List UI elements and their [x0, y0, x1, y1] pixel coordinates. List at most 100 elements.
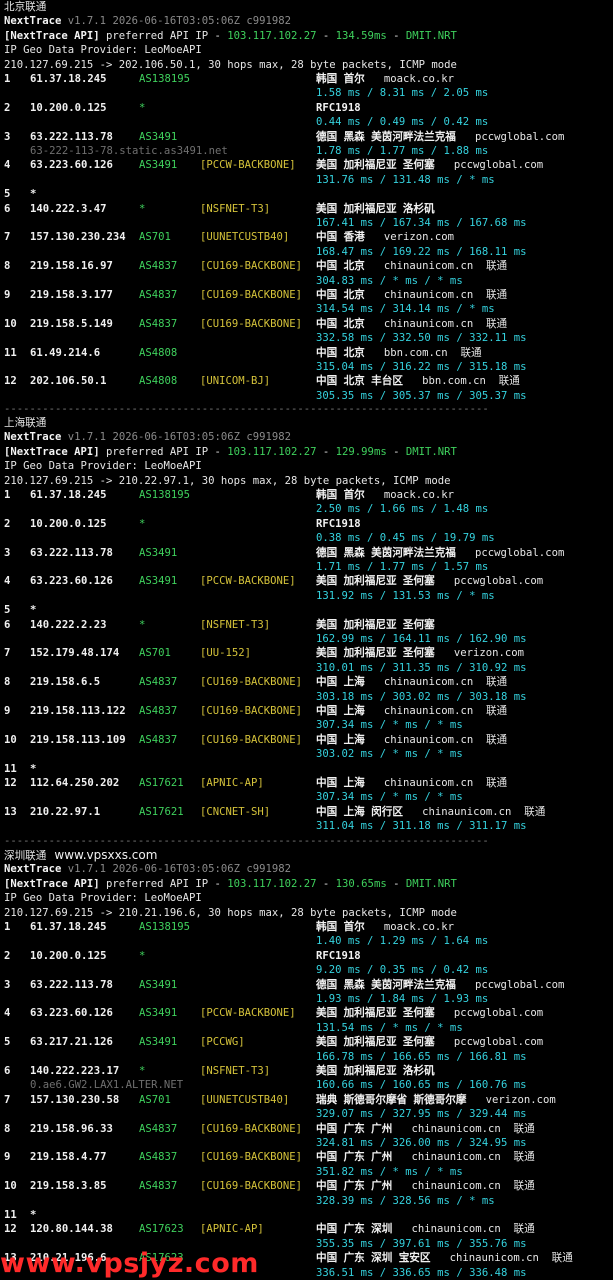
hop-detail-row: 311.04 ms / 311.18 ms / 311.17 ms	[0, 819, 613, 833]
hop-latency: 160.66 ms / 160.65 ms / 160.76 ms	[316, 1079, 527, 1092]
hop-number: 5	[4, 1036, 11, 1049]
hop-ip: 152.179.48.174	[30, 647, 120, 660]
hop-ip: 219.158.5.149	[30, 317, 113, 330]
hop-detail-row: 1.93 ms / 1.84 ms / 1.93 ms	[0, 992, 613, 1006]
hop-latency: 303.02 ms / * ms / * ms	[316, 748, 463, 761]
route-line: 210.127.69.215 -> 210.21.196.6, 30 hops …	[4, 906, 457, 919]
hop-ip: 63.223.60.126	[30, 575, 113, 588]
hop-netname: [PCCWG]	[200, 1036, 245, 1049]
hop-detail-row: 1.58 ms / 8.31 ms / 2.05 ms	[0, 86, 613, 100]
hop-domain: pccwglobal.com	[453, 1007, 544, 1020]
hop-asn: AS3491	[139, 159, 178, 172]
api-dash: -	[316, 445, 336, 458]
hop-detail-row: 315.04 ms / 316.22 ms / 315.18 ms	[0, 360, 613, 374]
hop-ip: 219.158.113.122	[30, 705, 126, 717]
hop-asn: AS4808	[139, 346, 178, 359]
hop-number: 11	[4, 1209, 17, 1221]
hop-netname: [NSFNET-T3]	[200, 202, 271, 215]
hop-geo: 中国 上海	[316, 777, 365, 789]
hop-row: 5 *	[0, 187, 613, 201]
hop-geo: 中国 广东 深圳 宝安区	[316, 1252, 431, 1265]
app-name: NextTrace	[4, 15, 62, 28]
hop-geo: 中国 广东 广州	[316, 1180, 393, 1193]
hop-latency: 324.81 ms / 326.00 ms / 324.95 ms	[316, 1137, 527, 1149]
hop-number: 8	[4, 1122, 11, 1135]
hop-geo: 中国 上海	[316, 676, 365, 689]
hop-number: 12	[4, 777, 17, 789]
hop-detail-row: 131.54 ms / * ms / * ms	[0, 1021, 613, 1035]
hop-detail-row: 307.34 ms / * ms / * ms	[0, 790, 613, 804]
hop-domain: bbn.com.cn 联通	[422, 375, 520, 388]
hop-asn: AS4837	[139, 317, 178, 330]
hop-ip: 63.222.113.78	[30, 978, 113, 991]
hop-asn: AS4837	[139, 1122, 178, 1135]
hop-location: 中国 广东 广州 chinaunicom.cn 联通	[316, 1179, 535, 1193]
hop-location: 美国 加利福尼亚 洛杉矶	[316, 1064, 435, 1078]
hop-detail-row: 314.54 ms / 314.14 ms / * ms	[0, 302, 613, 316]
hop-location: 中国 上海 chinaunicom.cn 联通	[316, 733, 507, 747]
hop-geo: 中国 上海	[316, 705, 365, 717]
hop-number: 7	[4, 231, 11, 244]
hop-number: 8	[4, 676, 11, 689]
api-node: DMIT.NRT	[405, 29, 457, 42]
hop-asn: AS4808	[139, 375, 178, 388]
hop-latency: 332.58 ms / 332.50 ms / 332.11 ms	[316, 332, 527, 345]
hop-latency: 315.04 ms / 316.22 ms / 315.18 ms	[316, 361, 527, 373]
hop-number: 3	[4, 546, 11, 559]
app-version: v1.7.1 2026-06-16T03:05:06Z c991982	[67, 15, 292, 28]
hop-domain: pccwglobal.com	[453, 1036, 544, 1049]
hop-location: 中国 北京 chinaunicom.cn 联通	[316, 317, 507, 331]
hop-location: 中国 上海 闵行区 chinaunicom.cn 联通	[316, 805, 545, 819]
api-tag: [NextTrace API]	[4, 445, 100, 458]
hop-number: 11	[4, 346, 17, 359]
hop-rdns: 63-222-113-78.static.as3491.net	[30, 145, 228, 157]
hop-ip: 63.223.60.126	[30, 159, 113, 172]
api-tag: [NextTrace API]	[4, 29, 100, 42]
hop-ip: 219.158.96.33	[30, 1122, 113, 1135]
api-latency: 134.59ms	[335, 29, 387, 42]
hop-row: 10 219.158.113.109 AS4837 [CU169-BACKBONE] 中…	[0, 733, 613, 747]
hop-detail-row: 0.ae6.GW2.LAX1.ALTER.NET 160.66 ms / 160.…	[0, 1078, 613, 1092]
api-line: [NextTrace API] preferred API IP - 103.1…	[4, 877, 457, 891]
hop-ip: 219.158.6.5	[30, 676, 101, 689]
hop-row: 8 219.158.6.5 AS4837 [CU169-BACKBONE] 中国 上海 …	[0, 675, 613, 689]
hop-asn: AS4837	[139, 705, 178, 717]
hop-row: 9 219.158.3.177 AS4837 [CU169-BACKBONE] 中国 北…	[0, 288, 613, 302]
hop-domain: pccwglobal.com	[475, 130, 565, 143]
api-dash: -	[316, 29, 336, 42]
hop-domain: pccwglobal.com	[475, 546, 565, 559]
hop-latency: 9.20 ms / 0.35 ms / 0.42 ms	[316, 964, 489, 977]
hop-netname: [CU169-BACKBONE]	[200, 733, 303, 746]
hop-ip: 219.158.113.109	[30, 733, 126, 746]
hop-detail-row: 351.82 ms / * ms / * ms	[0, 1165, 613, 1179]
hop-ip: 219.158.3.85	[30, 1180, 107, 1193]
hop-location: 中国 上海 chinaunicom.cn 联通	[316, 704, 507, 718]
hop-geo: 美国 加利福尼亚 圣何塞	[316, 575, 435, 588]
app-name: NextTrace	[4, 863, 62, 876]
hop-location: 中国 上海 chinaunicom.cn 联通	[316, 776, 507, 790]
hop-detail-row: 168.47 ms / 169.22 ms / 168.11 ms	[0, 245, 613, 259]
hop-rdns: 0.ae6.GW2.LAX1.ALTER.NET	[30, 1079, 184, 1092]
hop-latency: 0.44 ms / 0.49 ms / 0.42 ms	[316, 116, 489, 129]
hop-geo: 德国 黑森 美茵河畔法兰克福	[316, 978, 456, 991]
hop-number: 2	[4, 517, 11, 530]
hop-detail-row: 1.71 ms / 1.77 ms / 1.57 ms	[0, 560, 613, 574]
hop-detail-row: 329.07 ms / 327.95 ms / 329.44 ms	[0, 1107, 613, 1121]
hop-number: 10	[4, 733, 17, 746]
hop-geo: 中国 北京	[316, 346, 365, 359]
hop-row: 7 157.130.230.58 AS701 [UUNETCUSTB40] 瑞典 斯德哥…	[0, 1093, 613, 1107]
hop-asn: AS4837	[139, 733, 178, 746]
hop-domain: pccwglobal.com	[475, 978, 565, 991]
hop-ip: 10.200.0.125	[30, 101, 107, 114]
section-title-text: 深圳联通	[4, 850, 47, 862]
hop-row: 11 *	[0, 762, 613, 776]
api-text: preferred API IP -	[99, 29, 228, 42]
hop-detail-row: 0.38 ms / 0.45 ms / 19.79 ms	[0, 531, 613, 545]
hop-latency: 314.54 ms / 314.14 ms / * ms	[316, 303, 495, 316]
hop-number: 6	[4, 618, 11, 631]
hop-asn: AS3491	[139, 546, 178, 559]
hop-domain: verizon.com	[453, 647, 525, 660]
hop-location: 德国 黑森 美茵河畔法兰克福 pccwglobal.com	[316, 978, 564, 992]
api-latency: 130.65ms	[335, 877, 387, 890]
hop-location: 瑞典 斯德哥尔摩省 斯德哥尔摩 verizon.com	[316, 1093, 556, 1107]
